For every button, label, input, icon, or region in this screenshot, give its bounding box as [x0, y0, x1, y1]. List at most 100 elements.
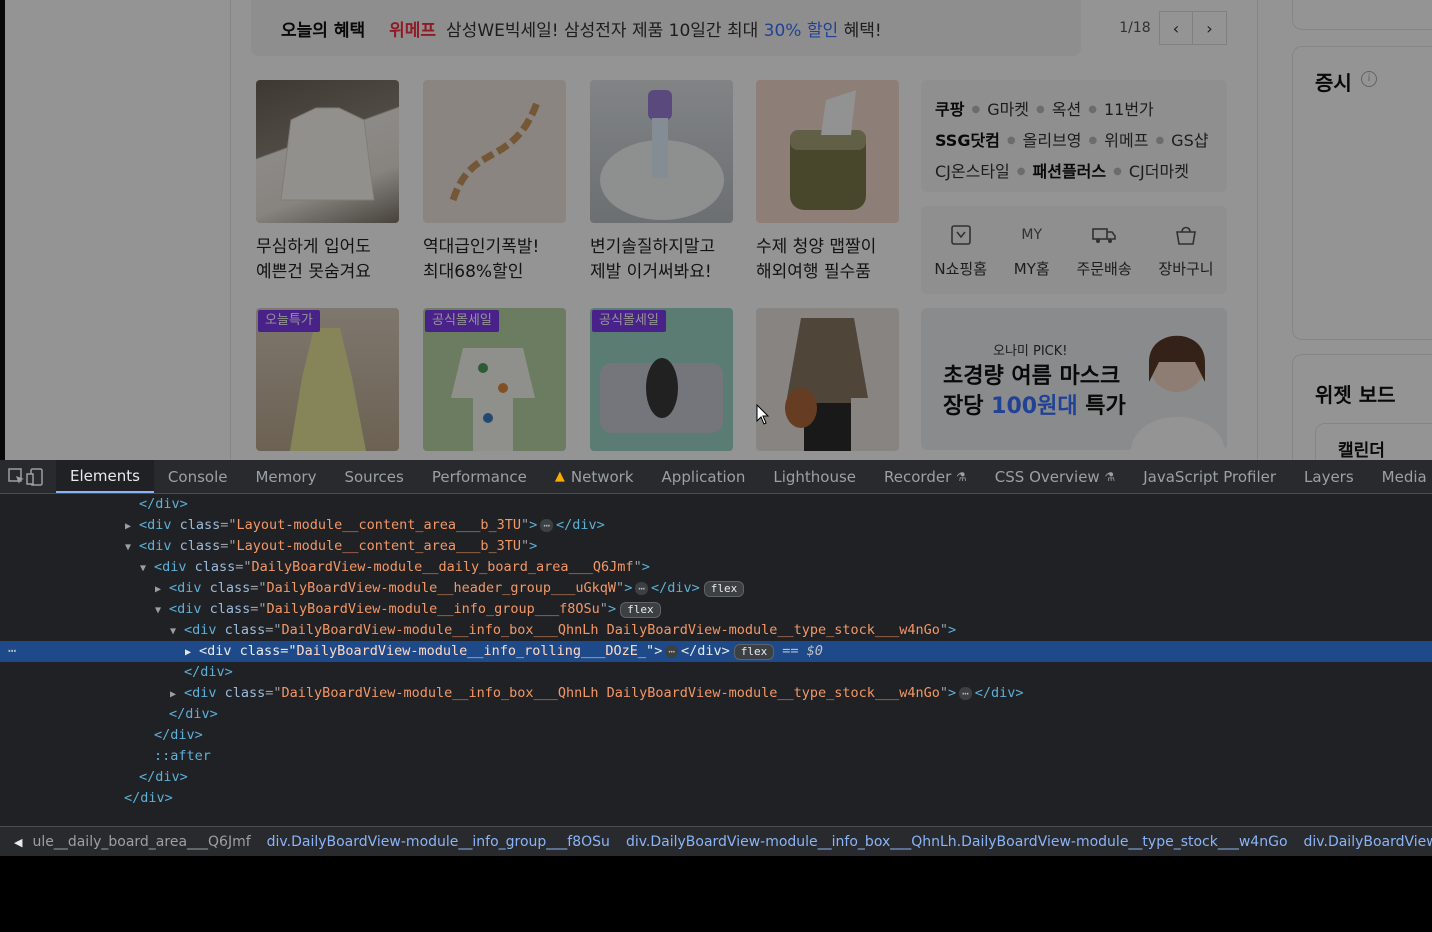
tab-memory[interactable]: Memory: [241, 460, 330, 493]
mall-link[interactable]: 위메프: [1104, 125, 1148, 156]
tab-js-profiler[interactable]: JavaScript Profiler: [1129, 460, 1290, 493]
next-button[interactable]: ›: [1193, 11, 1227, 45]
product-card[interactable]: 공식몰세일: [590, 308, 733, 451]
mouse-cursor-icon: [756, 404, 770, 425]
collapse-arrow-icon[interactable]: ▼: [170, 621, 184, 642]
mall-link[interactable]: CJ더마켓: [1129, 156, 1189, 187]
dom-node-selected[interactable]: ⋯ ▶ <div class="DailyBoardView-module__inf…: [0, 641, 1432, 662]
inspect-element-icon[interactable]: [8, 460, 26, 493]
tab-lighthouse[interactable]: Lighthouse: [759, 460, 870, 493]
shopping-bag-icon: [1175, 222, 1197, 248]
quick-link-cart[interactable]: 장바구니: [1158, 222, 1214, 279]
flex-badge[interactable]: flex: [703, 581, 745, 597]
jar-image: [790, 90, 866, 210]
quick-link-delivery[interactable]: 주문배송: [1076, 222, 1132, 279]
tab-css-overview[interactable]: CSS Overview ⚗: [981, 460, 1129, 493]
tab-performance[interactable]: Performance: [418, 460, 541, 493]
class-value: DailyBoardView-module__info_rolling___DO…: [296, 643, 647, 659]
product-card[interactable]: 역대급인기폭발! 최대68%할인: [423, 80, 566, 285]
info-icon[interactable]: i: [1361, 71, 1377, 87]
product-card[interactable]: [756, 308, 899, 451]
breadcrumb-item[interactable]: div.DailyBoardView-module__inf: [1304, 834, 1432, 850]
benefit-title: 오늘의 혜택: [281, 20, 366, 41]
device-toolbar-icon[interactable]: [26, 460, 44, 493]
promo-banner[interactable]: 오나미 PICK! 초경량 여름 마스크 장당 100원대 특가: [921, 308, 1227, 450]
breadcrumb-item[interactable]: div.DailyBoardView-module__info_box___Qh…: [626, 834, 1288, 850]
scroll-left-icon[interactable]: ◀: [14, 836, 22, 849]
expand-arrow-icon[interactable]: ▶: [185, 642, 199, 663]
page-edge: [0, 0, 5, 460]
quick-link-label: 장바구니: [1158, 259, 1214, 278]
banner-line2: 장당 100원대 특가: [943, 392, 1126, 422]
benefit-brand: 위메프: [389, 20, 437, 41]
flex-badge[interactable]: flex: [733, 644, 775, 660]
mall-link[interactable]: 11번가: [1104, 94, 1154, 125]
todays-benefit-bar[interactable]: 오늘의 혜택 위메프 삼성WE빅세일! 삼성전자 제품 10일간 최대 30% …: [251, 0, 1081, 56]
more-options-icon[interactable]: ⋯: [8, 641, 16, 662]
mall-link[interactable]: GS샵: [1171, 125, 1208, 156]
right-card-top: [1292, 0, 1432, 30]
ellipsis-badge[interactable]: ⋯: [635, 582, 648, 595]
elements-tree[interactable]: </div> ▶ <div class="Layout-module__conte…: [0, 494, 1432, 824]
collapse-arrow-icon[interactable]: ▼: [155, 600, 169, 621]
flask-icon: ⚗: [1104, 469, 1116, 484]
prev-button[interactable]: ‹: [1159, 11, 1193, 45]
mall-link[interactable]: 옥션: [1052, 94, 1081, 125]
dom-node[interactable]: </div>: [0, 788, 1432, 809]
product-card[interactable]: 무심하게 입어도 예쁜건 못숨겨요: [256, 80, 399, 285]
tab-layers[interactable]: Layers: [1290, 460, 1368, 493]
benefit-highlight: 30% 할인: [763, 20, 839, 41]
tab-console[interactable]: Console: [154, 460, 242, 493]
mall-link[interactable]: 올리브영: [1023, 125, 1082, 156]
expand-arrow-icon[interactable]: ▶: [170, 684, 184, 705]
tab-sources[interactable]: Sources: [330, 460, 417, 493]
mall-link[interactable]: SSG닷컴: [935, 125, 1000, 156]
mall-link[interactable]: 쿠팡: [935, 94, 964, 125]
breadcrumb-item[interactable]: div.DailyBoardView-module__info_group___…: [267, 834, 610, 850]
ellipsis-badge[interactable]: ⋯: [540, 519, 553, 532]
dom-node[interactable]: ▶ <div class="DailyBoardView-module__head…: [0, 578, 1432, 599]
tab-application[interactable]: Application: [648, 460, 760, 493]
widget-board-title: 위젯 보드: [1315, 383, 1396, 407]
dom-node[interactable]: ::after: [0, 746, 1432, 767]
mall-link[interactable]: G마켓: [987, 94, 1029, 125]
collapse-arrow-icon[interactable]: ▼: [125, 537, 139, 558]
page-count: 1/18: [1119, 20, 1151, 36]
quick-link-nshopping[interactable]: N쇼핑홈: [934, 222, 987, 279]
dom-node[interactable]: ▶ <div class="Layout-module__content_area…: [0, 515, 1432, 536]
shopping-quick-links: N쇼핑홈 MY MY홈 주문배송 장바구니: [921, 206, 1227, 294]
dom-node[interactable]: ▼ <div class="DailyBoardView-module__info…: [0, 620, 1432, 641]
mall-link[interactable]: CJ온스타일: [935, 156, 1010, 187]
close-tag: </div>: [124, 790, 173, 806]
product-card[interactable]: 변기솔질하지말고 제발 이거써봐요!: [590, 80, 733, 285]
dom-node[interactable]: </div>: [0, 662, 1432, 683]
blouse-image: [280, 107, 375, 201]
dom-node[interactable]: </div>: [0, 725, 1432, 746]
tab-elements[interactable]: Elements: [56, 460, 154, 493]
tab-media[interactable]: Media: [1368, 460, 1432, 493]
dom-node[interactable]: ▼ <div class="DailyBoardView-module__dail…: [0, 557, 1432, 578]
flex-badge[interactable]: flex: [620, 602, 661, 618]
quick-link-myhome[interactable]: MY MY홈: [1014, 222, 1050, 279]
close-tag: </div>: [169, 706, 218, 722]
dom-node[interactable]: ▶ <div class="DailyBoardView-module__info…: [0, 683, 1432, 704]
collapse-arrow-icon[interactable]: ▼: [140, 558, 154, 579]
tab-recorder[interactable]: Recorder ⚗: [870, 460, 981, 493]
product-card[interactable]: 수제 청양 맵짤이 해외여행 필수품: [756, 80, 899, 285]
expand-arrow-icon[interactable]: ▶: [155, 579, 169, 600]
expand-arrow-icon[interactable]: ▶: [125, 516, 139, 537]
ellipsis-badge[interactable]: ⋯: [665, 645, 678, 658]
dom-node[interactable]: ▼ <div class="Layout-module__content_area…: [0, 536, 1432, 557]
tab-network[interactable]: ▲ Network: [541, 460, 648, 493]
dom-node[interactable]: </div>: [0, 494, 1432, 515]
dom-node[interactable]: </div>: [0, 704, 1432, 725]
mall-link[interactable]: 패션플러스: [1033, 156, 1107, 187]
dom-node[interactable]: </div>: [0, 767, 1432, 788]
product-card[interactable]: 오늘특가: [256, 308, 399, 451]
dom-node[interactable]: ▼ <div class="DailyBoardView-module__info…: [0, 599, 1432, 620]
ellipsis-badge[interactable]: ⋯: [959, 687, 972, 700]
product-card[interactable]: 공식몰세일: [423, 308, 566, 451]
breadcrumb-item[interactable]: ule__daily_board_area___Q6Jmf: [32, 834, 250, 850]
banner-line2-start: 장당: [943, 394, 984, 419]
calendar-card[interactable]: 캘린더: [1315, 423, 1432, 460]
